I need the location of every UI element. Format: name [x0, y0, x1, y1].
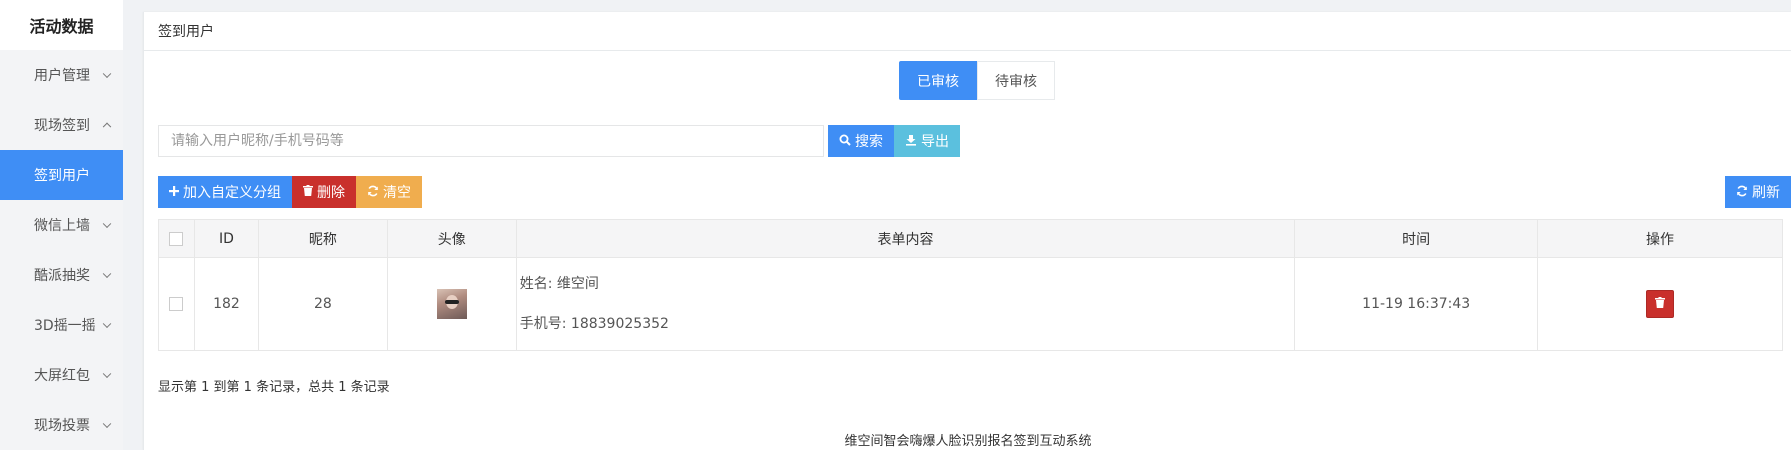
- chevron-up-icon: [102, 122, 112, 132]
- col-header-actions: 操作: [1537, 219, 1783, 258]
- sidebar-item-wechat-wall[interactable]: 微信上墙: [0, 200, 123, 250]
- select-all-cell: [158, 219, 195, 258]
- chevron-down-icon: [102, 369, 112, 379]
- clear-button[interactable]: 清空: [356, 176, 422, 208]
- plus-icon: [169, 185, 179, 199]
- trash-icon: [303, 185, 313, 199]
- sidebar-item-label: 现场签到: [34, 118, 90, 134]
- sidebar-item-voting[interactable]: 现场投票: [0, 400, 123, 450]
- checkin-users-table: ID 昵称 头像 表单内容 时间 操作 182 28 姓名: 维空间 手机号: …: [158, 219, 1783, 351]
- sidebar-item-label: 现场投票: [34, 418, 90, 434]
- col-header-avatar: 头像: [386, 219, 517, 258]
- sidebar-item-label: 酷派抽奖: [34, 268, 90, 284]
- chevron-down-icon: [102, 319, 112, 329]
- chevron-down-icon: [102, 269, 112, 279]
- sidebar-item-label: 3D摇一摇: [34, 318, 96, 334]
- col-header-id[interactable]: ID: [193, 219, 259, 258]
- sidebar-item-onsite-checkin[interactable]: 现场签到: [0, 100, 123, 150]
- row-delete-button[interactable]: [1646, 290, 1675, 318]
- export-button[interactable]: 导出: [894, 125, 960, 157]
- sidebar: 活动数据 用户管理 现场签到 签到用户 微信上墙 酷派抽奖 3D摇一摇 大屏红包…: [0, 0, 123, 450]
- refresh-label: 刷新: [1752, 185, 1780, 201]
- refresh-icon: [1736, 185, 1748, 200]
- trash-icon: [1655, 297, 1666, 311]
- sidebar-item-red-packet[interactable]: 大屏红包: [0, 350, 123, 400]
- add-to-group-label: 加入自定义分组: [183, 185, 281, 201]
- panel-title: 签到用户: [144, 12, 1791, 51]
- row-checkbox[interactable]: [169, 297, 184, 311]
- cell-actions: [1537, 257, 1783, 351]
- footer-text: 维空间智会嗨爆人脸识别报名签到互动系统: [844, 434, 1092, 449]
- sidebar-item-label: 微信上墙: [34, 218, 90, 234]
- brand-title: 活动数据: [0, 0, 123, 50]
- avatar[interactable]: [436, 289, 467, 319]
- review-tabs: 已审核 待审核: [899, 61, 1055, 100]
- delete-label: 删除: [317, 185, 345, 201]
- chevron-down-icon: [102, 219, 112, 229]
- refresh-wrap: 刷新: [1725, 176, 1791, 208]
- sidebar-item-label: 大屏红包: [34, 368, 90, 384]
- add-to-group-button[interactable]: 加入自定义分组: [158, 176, 292, 208]
- tab-pending[interactable]: 待审核: [977, 61, 1055, 100]
- cell-form-content: 姓名: 维空间 手机号: 18839025352: [515, 257, 1296, 351]
- select-all-checkbox[interactable]: [169, 231, 184, 246]
- pagination-summary: 显示第 1 到第 1 条记录，总共 1 条记录: [158, 380, 390, 395]
- chevron-down-icon: [102, 69, 112, 79]
- search-input[interactable]: [158, 125, 824, 157]
- cell-time: 11-19 16:37:43: [1294, 257, 1539, 351]
- table-header-row: ID 昵称 头像 表单内容 时间 操作: [158, 219, 1783, 258]
- col-header-form-content: 表单内容: [515, 219, 1296, 258]
- export-button-label: 导出: [921, 134, 949, 150]
- download-icon: [905, 134, 917, 149]
- action-toolbar: 加入自定义分组 删除 清空: [158, 176, 422, 208]
- cell-avatar: [386, 257, 517, 351]
- sidebar-item-label: 签到用户: [34, 168, 90, 184]
- chevron-down-icon: [102, 419, 112, 429]
- search-button-label: 搜索: [855, 134, 883, 150]
- tab-approved[interactable]: 已审核: [899, 61, 977, 100]
- table-row: 182 28 姓名: 维空间 手机号: 18839025352 11-19 16…: [158, 257, 1783, 351]
- sidebar-item-3d-shake[interactable]: 3D摇一摇: [0, 300, 123, 350]
- search-bar: 搜索 导出: [158, 125, 960, 157]
- sidebar-item-checkin-users[interactable]: 签到用户: [0, 150, 123, 200]
- search-icon: [839, 134, 851, 149]
- refresh-button[interactable]: 刷新: [1725, 176, 1791, 208]
- form-phone: 手机号: 18839025352: [519, 316, 669, 332]
- cell-id: 182: [193, 257, 259, 351]
- search-button[interactable]: 搜索: [828, 125, 894, 157]
- refresh-icon: [367, 185, 379, 200]
- clear-label: 清空: [383, 185, 411, 201]
- sidebar-item-user-management[interactable]: 用户管理: [0, 50, 123, 100]
- col-header-time[interactable]: 时间: [1294, 219, 1539, 258]
- cell-nickname: 28: [257, 257, 388, 351]
- form-name: 姓名: 维空间: [519, 276, 599, 292]
- sidebar-item-label: 用户管理: [34, 68, 90, 84]
- delete-button[interactable]: 删除: [292, 176, 356, 208]
- col-header-nickname[interactable]: 昵称: [257, 219, 388, 258]
- row-select-cell: [158, 257, 195, 351]
- main-panel: 签到用户 已审核 待审核 搜索 导出 加入自定义分组: [143, 12, 1791, 450]
- sidebar-item-lottery[interactable]: 酷派抽奖: [0, 250, 123, 300]
